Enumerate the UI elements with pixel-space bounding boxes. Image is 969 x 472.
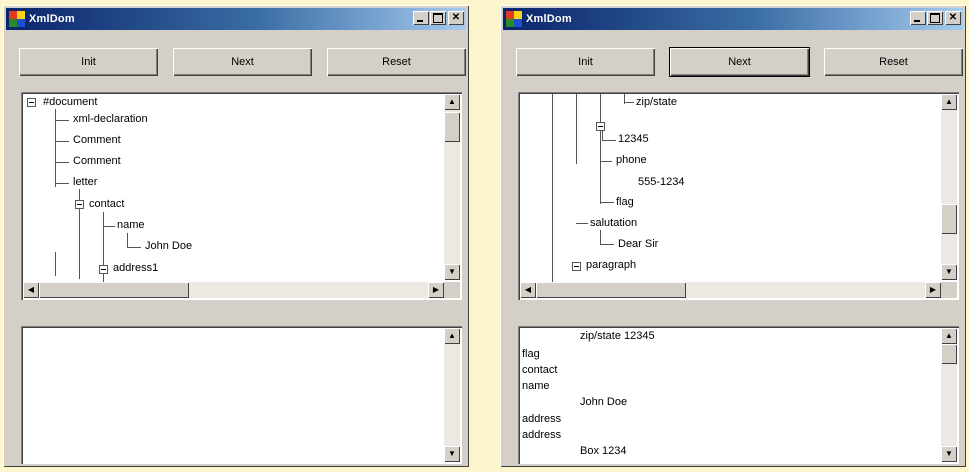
tree-node[interactable]: xml-declaration (73, 113, 148, 126)
text-line: John Doe (580, 396, 628, 408)
tree-node[interactable]: flag (616, 196, 634, 209)
tree-node[interactable]: zip/state (636, 96, 677, 109)
reset-button[interactable]: Reset (327, 48, 466, 76)
text-vertical-scrollbar[interactable]: ▲ ▼ (941, 328, 957, 462)
node-info-textbox[interactable]: ▲ ▼ (21, 326, 462, 464)
scroll-thumb[interactable] (941, 344, 957, 364)
next-button[interactable]: Next (173, 48, 312, 76)
tree-horizontal-scrollbar[interactable]: ◀ ▶ (520, 282, 941, 298)
collapse-icon[interactable] (75, 200, 84, 209)
text-line: zip/state 12345 (580, 330, 655, 342)
scroll-thumb[interactable] (941, 204, 957, 234)
scroll-up-arrow-icon[interactable]: ▲ (444, 94, 460, 110)
init-button[interactable]: Init (516, 48, 655, 76)
text-line: Box 1234 (580, 445, 627, 457)
tree-node[interactable]: phone (616, 154, 647, 167)
collapse-icon[interactable] (99, 265, 108, 274)
text-line: contact (522, 364, 558, 376)
tree-node[interactable]: John Doe (145, 240, 192, 253)
init-button[interactable]: Init (19, 48, 158, 76)
scroll-left-arrow-icon[interactable]: ◀ (520, 282, 536, 298)
minimize-button[interactable] (413, 11, 429, 25)
maximize-button[interactable] (430, 11, 446, 25)
scroll-thumb[interactable] (39, 282, 189, 298)
scroll-down-arrow-icon[interactable]: ▼ (444, 446, 460, 462)
text-vertical-scrollbar[interactable]: ▲ ▼ (444, 328, 460, 462)
text-line: name (522, 380, 550, 392)
collapse-icon[interactable] (596, 122, 605, 131)
next-button[interactable]: Next (670, 48, 809, 76)
scroll-right-arrow-icon[interactable]: ▶ (428, 282, 444, 298)
window-title: XmlDom (29, 13, 75, 25)
close-button[interactable]: ✕ (448, 11, 464, 25)
tree-node[interactable]: contact (89, 198, 124, 211)
node-info-textbox[interactable]: zip/state 12345 flag contact name John D… (518, 326, 959, 464)
scroll-thumb[interactable] (444, 112, 460, 142)
scroll-up-arrow-icon[interactable]: ▲ (941, 94, 957, 110)
tree-node[interactable]: #document (43, 96, 97, 109)
app-icon (9, 11, 25, 27)
tree-node[interactable]: salutation (590, 217, 637, 230)
tree-horizontal-scrollbar[interactable]: ◀ ▶ (23, 282, 444, 298)
text-line: address (522, 413, 562, 425)
scroll-left-arrow-icon[interactable]: ◀ (23, 282, 39, 298)
text-line: address (522, 429, 562, 441)
tree-node[interactable]: Comment (73, 134, 121, 147)
scroll-down-arrow-icon[interactable]: ▼ (941, 264, 957, 280)
tree-node[interactable]: name (117, 219, 145, 232)
tree-vertical-scrollbar[interactable]: ▲ ▼ (444, 94, 460, 280)
scroll-thumb[interactable] (536, 282, 686, 298)
tree-vertical-scrollbar[interactable]: ▲ ▼ (941, 94, 957, 280)
maximize-button[interactable] (927, 11, 943, 25)
scroll-up-arrow-icon[interactable]: ▲ (444, 328, 460, 344)
scroll-down-arrow-icon[interactable]: ▼ (444, 264, 460, 280)
xmldom-window-1: XmlDom ✕ Init Next Reset #document xml-d… (3, 5, 469, 467)
xmldom-window-2: XmlDom ✕ Init Next Reset zip/state 12345… (500, 5, 966, 467)
collapse-icon[interactable] (27, 98, 36, 107)
title-bar[interactable]: XmlDom ✕ (6, 8, 466, 30)
scroll-down-arrow-icon[interactable]: ▼ (941, 446, 957, 462)
tree-node[interactable]: paragraph (586, 259, 636, 272)
text-line: flag (522, 348, 540, 360)
tree-node[interactable]: 555-1234 (638, 176, 685, 189)
tree-node[interactable]: Dear Sir (618, 238, 658, 251)
tree-node[interactable]: address1 (113, 262, 158, 275)
dom-tree-view[interactable]: zip/state 12345 phone 555-1234 flag salu… (518, 92, 959, 300)
collapse-icon[interactable] (572, 262, 581, 271)
scroll-right-arrow-icon[interactable]: ▶ (925, 282, 941, 298)
tree-node[interactable]: letter (73, 176, 97, 189)
app-icon (506, 11, 522, 27)
close-button[interactable]: ✕ (945, 11, 961, 25)
reset-button[interactable]: Reset (824, 48, 963, 76)
dom-tree-view[interactable]: #document xml-declaration Comment Commen… (21, 92, 462, 300)
tree-node[interactable]: Comment (73, 155, 121, 168)
title-bar[interactable]: XmlDom ✕ (503, 8, 963, 30)
scroll-up-arrow-icon[interactable]: ▲ (941, 328, 957, 344)
window-title: XmlDom (526, 13, 572, 25)
tree-node[interactable]: 12345 (618, 133, 649, 146)
minimize-button[interactable] (910, 11, 926, 25)
